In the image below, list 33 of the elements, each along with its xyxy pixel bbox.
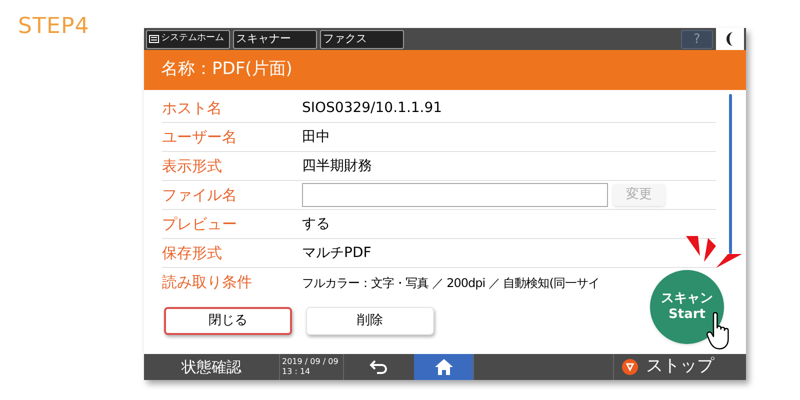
top-tab[interactable]: ファクス xyxy=(320,30,404,48)
field-label: ファイル名 xyxy=(162,184,238,206)
field-value: 田中 xyxy=(302,128,330,146)
field-value: 四半期財務 xyxy=(302,156,372,176)
grid-icon xyxy=(149,35,159,43)
top-tab[interactable]: システムホーム xyxy=(146,30,230,48)
field-label: ユーザー名 xyxy=(162,126,238,148)
field-value: フルカラー：文字・写真 ／ 200dpi ／ 自動検知(同一サイ xyxy=(302,274,600,292)
action-button[interactable]: 閉じる xyxy=(164,307,292,335)
back-arrow-icon xyxy=(369,359,389,375)
home-button[interactable] xyxy=(414,354,474,380)
stop-button[interactable]: ストップ xyxy=(614,354,746,380)
field-label: プレビュー xyxy=(162,214,238,235)
file-name-field[interactable] xyxy=(302,183,608,207)
hand-pointer-icon xyxy=(706,312,732,350)
status-button[interactable]: 状態確認 xyxy=(144,354,280,380)
field-label: 保存形式 xyxy=(162,242,223,264)
field-label: 表示形式 xyxy=(162,156,223,177)
field-value: する xyxy=(302,214,330,234)
night-mode-button[interactable] xyxy=(716,28,744,50)
home-icon xyxy=(434,358,454,376)
title-bar: 名称：PDF(片面) xyxy=(144,50,746,90)
scrollbar[interactable] xyxy=(729,94,732,254)
action-button[interactable]: 削除 xyxy=(306,307,434,335)
step-label: STEP4 xyxy=(18,13,90,41)
top-tab[interactable]: スキャナー xyxy=(233,30,317,48)
field-value: SIOS0329/10.1.1.91 xyxy=(302,98,442,118)
date-text: 2019 / 09 / 09 xyxy=(282,357,340,367)
time-text: 13 : 14 xyxy=(282,367,312,377)
field-value: マルチPDF xyxy=(302,244,372,262)
field-label: ホスト名 xyxy=(162,98,223,119)
stop-icon xyxy=(622,359,638,375)
field-label: 読み取り条件 xyxy=(162,272,253,294)
